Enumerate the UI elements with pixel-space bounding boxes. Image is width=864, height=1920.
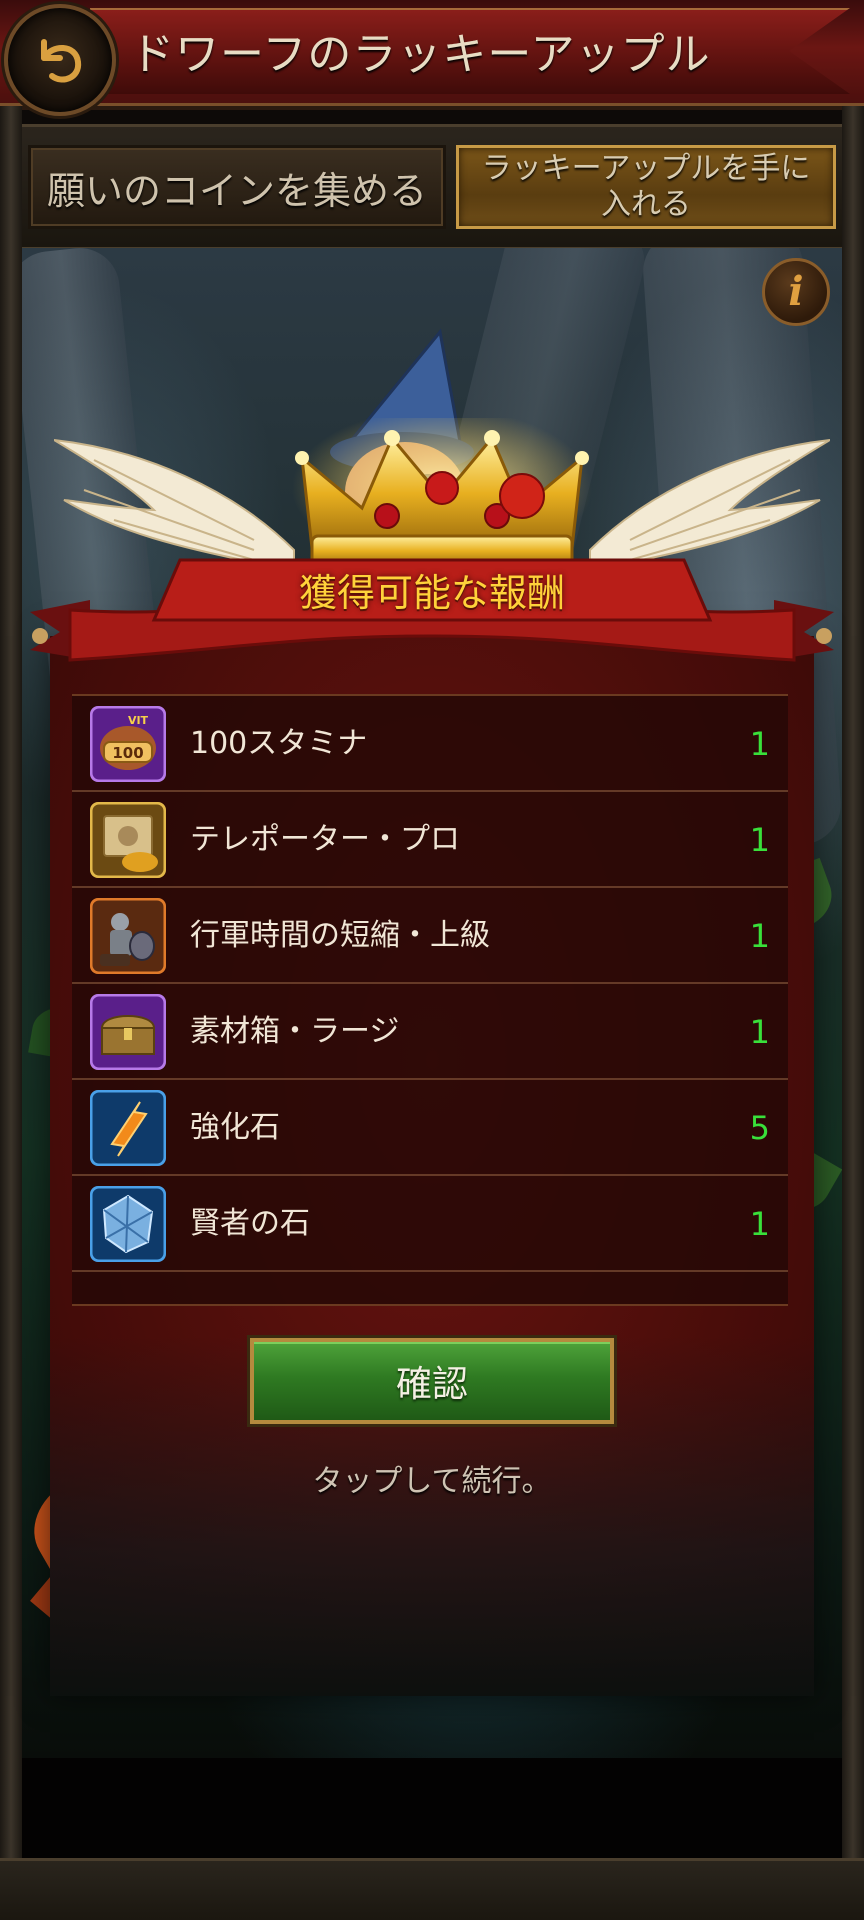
reward-quantity: 1 — [749, 917, 770, 955]
material-chest-icon — [90, 994, 166, 1070]
reward-row: 賢者の石 1 — [72, 1176, 788, 1272]
frame-pillar-left — [0, 106, 22, 1920]
info-icon: i — [788, 268, 804, 315]
svg-text:VIT: VIT — [128, 714, 149, 727]
svg-text:100: 100 — [112, 744, 143, 762]
header-bar: ドワーフのラッキーアップル — [0, 0, 864, 110]
tab-collect-wish-coins[interactable]: 願いのコインを集める — [28, 145, 446, 229]
reward-quantity: 1 — [749, 1205, 770, 1243]
reward-name: 強化石 — [190, 1110, 280, 1145]
lucky-apple-screen: ドワーフのラッキーアップル 願いのコインを集める ラッキーアップルを手に入れる … — [0, 0, 864, 1920]
reward-row: テレポーター・プロ 1 — [72, 792, 788, 888]
reward-row: 100 VIT 100スタミナ 1 — [72, 696, 788, 792]
reward-row: 行軍時間の短縮・上級 1 — [72, 888, 788, 984]
back-button[interactable] — [4, 4, 116, 116]
reward-panel-title: 獲得可能な報酬 — [298, 571, 565, 615]
reward-row: 素材箱・ラージ 1 — [72, 984, 788, 1080]
stamina-100-icon: 100 VIT — [90, 706, 166, 782]
reward-name: 100スタミナ — [190, 726, 368, 761]
sage-stone-icon — [90, 1186, 166, 1262]
confirm-button-label: 確認 — [395, 1364, 468, 1405]
reward-list: 100 VIT 100スタミナ 1 テレポーター・プロ 1 行軍時間の短縮・上級… — [72, 694, 788, 1306]
reward-quantity: 1 — [749, 725, 770, 763]
march-speedup-icon — [90, 898, 166, 974]
back-arrow-icon — [41, 39, 82, 83]
reward-quantity: 1 — [749, 821, 770, 859]
teleporter-scroll-icon — [90, 802, 166, 878]
reward-quantity: 5 — [749, 1109, 770, 1147]
reward-name: 行軍時間の短縮・上級 — [190, 918, 490, 953]
bottom-area — [22, 1758, 842, 1858]
tab-bar: 願いのコインを集める ラッキーアップルを手に入れる — [22, 124, 842, 251]
reward-name: 素材箱・ラージ — [190, 1014, 400, 1049]
bottom-frame — [0, 1858, 864, 1920]
reward-row: 強化石 5 — [72, 1080, 788, 1176]
frame-pillar-right — [842, 106, 864, 1920]
reward-name: テレポーター・プロ — [190, 822, 460, 857]
tab-get-lucky-apple[interactable]: ラッキーアップルを手に入れる — [456, 145, 836, 229]
reward-quantity: 1 — [749, 1013, 770, 1051]
tap-to-continue-hint[interactable]: タップして続行。 — [0, 1456, 864, 1500]
reward-name: 賢者の石 — [190, 1206, 310, 1241]
info-button[interactable]: i — [762, 258, 830, 326]
enhancement-stone-icon — [90, 1090, 166, 1166]
page-title: ドワーフのラッキーアップル — [130, 29, 711, 80]
confirm-button[interactable]: 確認 — [250, 1338, 614, 1424]
